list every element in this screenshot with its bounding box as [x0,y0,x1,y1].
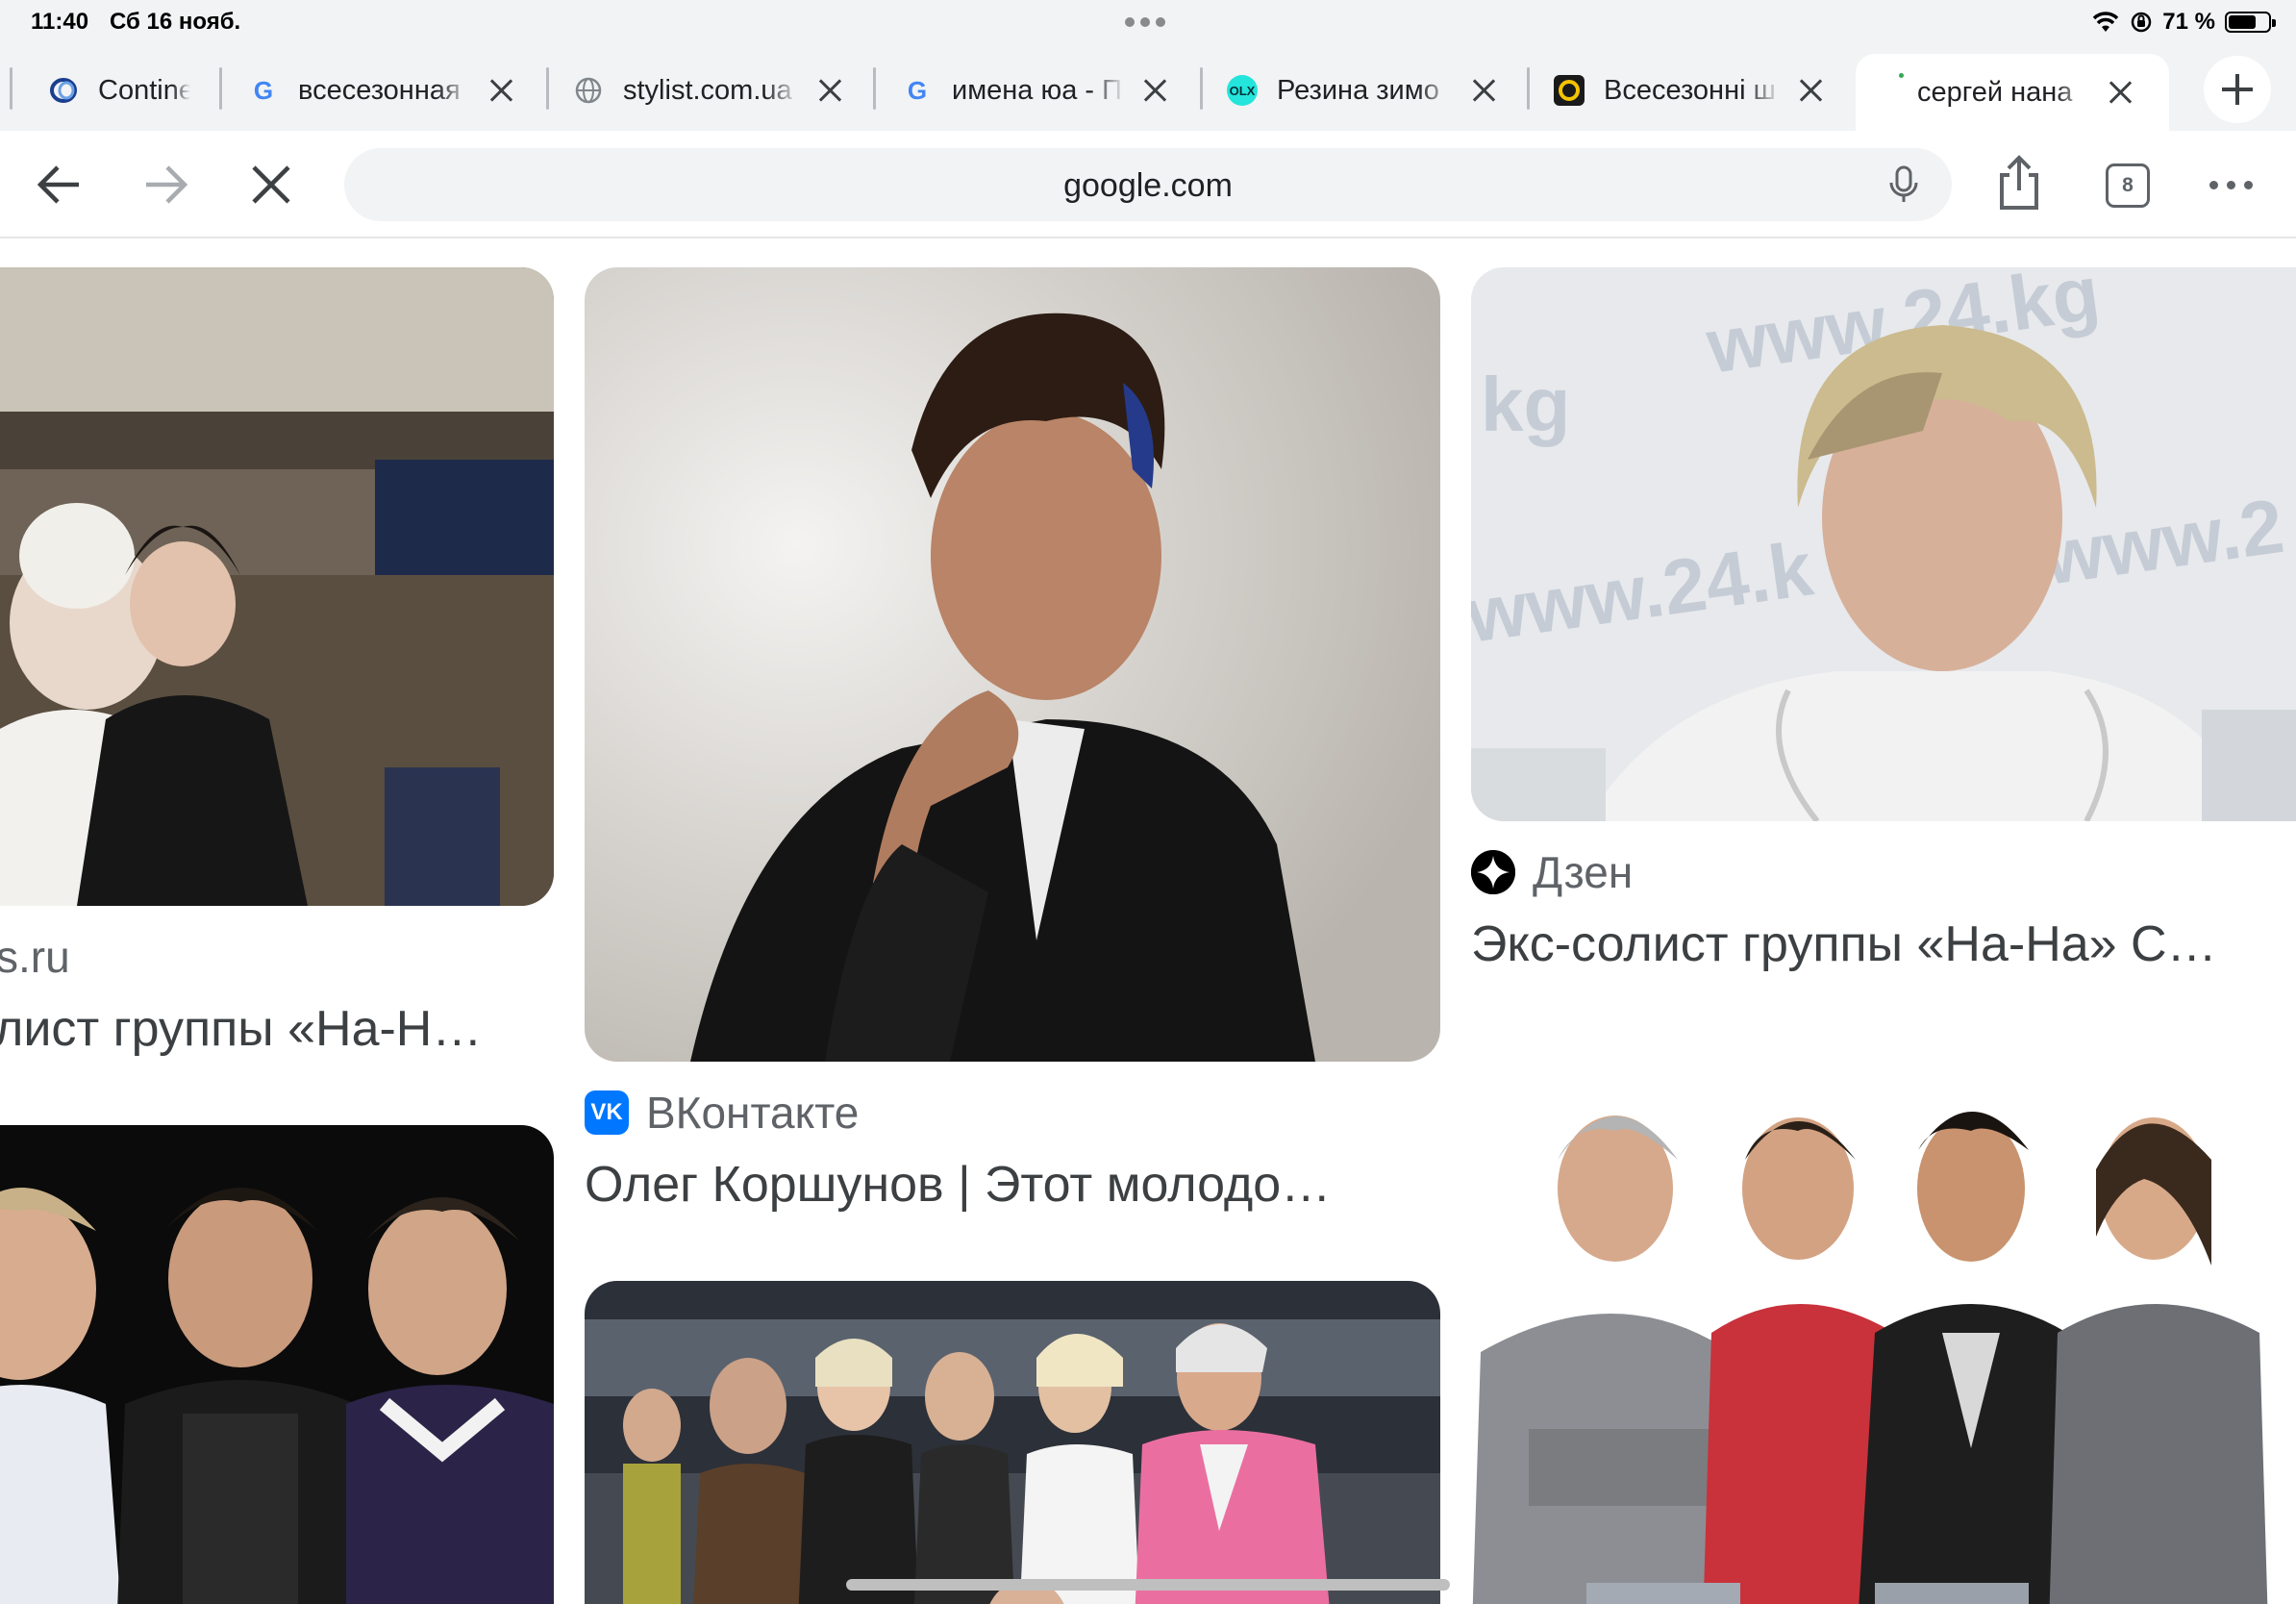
status-indicators: 71 % [2091,8,2276,37]
result-image[interactable] [585,267,1440,1062]
result-source-name: Дзен [1533,847,1634,897]
tab-label: Contine [98,74,190,106]
tab-label: stylist.com.ua [623,74,792,106]
result-source[interactable]: Дзен [1471,846,1633,898]
result-source[interactable]: s.ru [0,931,70,983]
tab-separator [1200,67,1203,110]
tab-0[interactable]: Contine [48,60,190,121]
microphone-icon[interactable] [1883,163,1925,206]
tab-1[interactable]: G всесезонная [248,60,515,121]
result-source[interactable]: VK ВКонтакте [585,1087,859,1139]
vk-icon: VK [585,1090,629,1135]
close-tab-icon[interactable] [815,76,844,105]
close-tab-icon[interactable] [1796,76,1825,105]
close-tab-icon[interactable] [487,76,515,105]
result-image[interactable] [0,1125,554,1604]
tab-label: Резина зимо [1277,74,1439,106]
status-bar: 11:40 Сб 16 нояб. 71 % [0,0,2296,46]
status-time: 11:40 [31,9,89,35]
tab-label: сергей нана [1917,76,2073,108]
tab-separator [546,67,549,110]
tab-switcher-button[interactable]: 8 [2106,163,2150,208]
result-image[interactable] [585,1281,1440,1604]
share-icon[interactable] [1996,154,2042,212]
tab-6-active[interactable]: сергей нана [1856,54,2169,131]
back-arrow-icon[interactable] [35,160,85,210]
dzen-icon [1471,850,1515,894]
stop-loading-icon[interactable] [246,160,296,210]
tab-label: имена юа - П [952,74,1122,106]
forward-arrow-icon[interactable] [140,160,190,210]
address-bar[interactable]: google.com [344,148,1952,221]
result-source-name: ВКонтакте [646,1088,860,1138]
close-tab-icon[interactable] [2106,78,2134,107]
result-image[interactable]: www.24.kg kg www.24.k www.2 [1471,267,2296,821]
tab-separator [219,67,222,110]
wifi-icon [2093,12,2119,32]
tab-4[interactable]: OLX Резина зимо [1227,60,1498,121]
result-caption[interactable]: Экс-солист группы «На-На» С… [1471,915,2217,973]
orientation-lock-icon [2132,12,2152,33]
olx-icon: OLX [1227,75,1258,106]
tab-separator [873,67,876,110]
close-tab-icon[interactable] [1469,76,1498,105]
tab-3[interactable]: G имена юа - П [902,60,1169,121]
tab-label: Всесезонні ш [1604,74,1776,106]
multitasking-dots-icon[interactable] [1125,17,1169,29]
result-caption[interactable]: Олег Коршунов | Этот молодо… [585,1156,1331,1214]
google-icon: G [907,75,928,105]
battery-icon [2225,12,2276,33]
result-image[interactable] [1471,1044,2296,1604]
result-image[interactable] [0,267,554,906]
new-tab-button[interactable] [2204,56,2271,123]
url-text: google.com [1063,167,1233,204]
tab-5[interactable]: Всесезонні ш [1554,60,1825,121]
ring-logo-icon [48,75,79,106]
home-indicator[interactable] [846,1579,1450,1591]
tab-label: всесезонная [298,74,461,106]
more-menu-icon[interactable] [2209,181,2253,189]
svg-text:kg: kg [1481,362,1570,447]
close-tab-icon[interactable] [1140,76,1169,105]
result-source-name: s.ru [0,932,70,982]
tab-2[interactable]: stylist.com.ua [573,60,844,121]
tab-strip: Contine G всесезонная stylist.com.ua G и… [0,46,2296,131]
image-results: s.ru лист группы «На-Н… VK ВКонтакте Оле… [0,240,2296,1604]
loading-icon [1894,73,1908,112]
tab-separator [1527,67,1530,110]
battery-percentage: 71 % [2162,9,2215,35]
tab-separator [10,67,12,110]
google-icon: G [253,75,274,105]
result-caption[interactable]: лист группы «На-Н… [0,1000,482,1058]
ring-yellow-icon [1554,75,1585,106]
status-date: Сб 16 нояб. [110,9,241,35]
toolbar: google.com 8 [0,131,2296,238]
globe-icon [573,75,604,106]
